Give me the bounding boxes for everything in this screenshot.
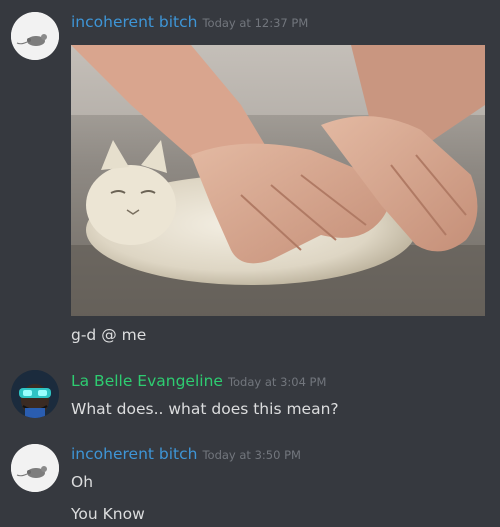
message-group-3: incoherent bitch Today at 3:50 PM Oh You …	[0, 437, 500, 527]
message-group-1: incoherent bitch Today at 12:37 PM g-d @…	[0, 0, 500, 350]
user-avatar[interactable]	[11, 444, 59, 492]
message-text: g-d @ me	[71, 326, 147, 344]
message-text: What does.. what does this mean?	[71, 400, 339, 418]
username[interactable]: La Belle Evangeline Today at 3:04 PM	[71, 372, 326, 390]
user-avatar[interactable]	[11, 12, 59, 60]
image-attachment[interactable]	[71, 45, 485, 316]
username-text[interactable]: incoherent bitch	[71, 13, 197, 31]
cat-dough-image	[71, 45, 485, 316]
timestamp: Today at 3:50 PM	[202, 448, 301, 462]
user-avatar[interactable]	[11, 370, 59, 418]
username-text[interactable]: incoherent bitch	[71, 445, 197, 463]
timestamp: Today at 12:37 PM	[202, 16, 309, 30]
goggles-avatar-icon	[11, 370, 59, 418]
mouse-avatar-icon	[11, 444, 59, 492]
timestamp: Today at 3:04 PM	[227, 375, 327, 389]
message-text: You Know	[71, 505, 145, 523]
mouse-avatar-icon	[11, 12, 59, 60]
message-group-2: La Belle Evangeline Today at 3:04 PM What…	[0, 360, 500, 435]
username-text[interactable]: La Belle Evangeline	[71, 372, 223, 390]
message-text: Oh	[71, 473, 94, 491]
username[interactable]: incoherent bitch Today at 3:50 PM	[71, 445, 301, 463]
username[interactable]: incoherent bitch Today at 12:37 PM	[71, 13, 308, 31]
